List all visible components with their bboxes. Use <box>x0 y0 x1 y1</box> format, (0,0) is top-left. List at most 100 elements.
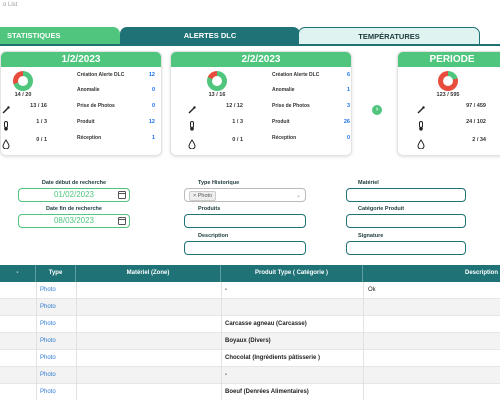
thermometer-row: 1 / 3 <box>187 118 243 131</box>
cell-type-link[interactable]: Photo <box>40 384 56 400</box>
header-description[interactable]: Description <box>363 265 500 282</box>
thermometer-probe-icon <box>187 102 197 114</box>
column-divider <box>76 282 77 299</box>
column-divider <box>221 282 222 299</box>
stat-row: Réception 0 <box>272 134 350 144</box>
stat-row: Réception 1 <box>77 134 155 144</box>
materiel-input[interactable] <box>346 188 466 202</box>
stat-value: 0 <box>151 103 155 109</box>
probe-row: 97 / 459 <box>416 102 486 114</box>
column-divider <box>36 316 37 333</box>
donut-ratio: 123 / 595 <box>436 92 460 98</box>
calendar-icon[interactable] <box>118 191 126 199</box>
stat-label: Prise de Photos <box>77 103 115 109</box>
column-divider <box>221 367 222 384</box>
header-materiel[interactable]: Matériel (Zone) <box>76 265 221 282</box>
column-divider <box>363 384 364 400</box>
cell-type-link[interactable]: Photo <box>40 367 56 384</box>
date-start-input[interactable]: 01/02/2023 <box>18 188 130 202</box>
next-arrow-button[interactable]: › <box>372 105 382 115</box>
type-historique-select[interactable]: × Photo ⌄ <box>184 188 306 202</box>
cell-type-link[interactable]: Photo <box>40 282 56 299</box>
tab-statistiques[interactable]: STATISTIQUES <box>0 27 120 44</box>
column-divider <box>221 299 222 316</box>
probe-row: 12 / 12 <box>187 102 243 114</box>
table-row[interactable]: Photo <box>0 299 500 316</box>
table-row[interactable]: Photo Chocolat (Ingrédients pâtisserie ) <box>0 350 500 367</box>
column-divider <box>363 333 364 350</box>
stat-row: Création Alerte DLC 12 <box>77 71 155 81</box>
stat-value: 12 <box>148 72 155 78</box>
tab-alertes-dlc[interactable]: ALERTES DLC <box>120 27 300 44</box>
stat-value: 0 <box>151 87 155 93</box>
drop-icon <box>416 136 426 150</box>
header-type[interactable]: Type <box>36 265 76 282</box>
column-divider <box>36 384 37 400</box>
probe-value: 12 / 12 <box>226 103 243 109</box>
date-end-label: Date fin de recherche <box>46 206 102 212</box>
header-produit[interactable]: Produit Type ( Catégorie ) <box>221 265 363 282</box>
thermometer-probe-icon <box>416 102 426 114</box>
categorie-produit-input[interactable] <box>346 214 466 228</box>
table-row[interactable]: Photo - Ok <box>0 282 500 299</box>
tab-bar: STATISTIQUES ALERTES DLC TEMPÉRATURES <box>0 27 500 44</box>
thermometer-icon <box>1 118 11 131</box>
selected-tag[interactable]: × Photo <box>189 191 217 201</box>
table-header: - Type Matériel (Zone) Produit Type ( Ca… <box>0 265 500 282</box>
stat-value: 0 <box>346 135 350 141</box>
drop-row: 0 / 1 <box>1 136 47 150</box>
thermometer-icon <box>416 118 426 131</box>
tab-underline <box>0 44 500 46</box>
stat-label: Création Alerte DLC <box>272 72 320 78</box>
stat-label: Prise de Photos <box>272 103 310 109</box>
cell-description: Ok <box>368 287 376 293</box>
stat-label: Réception <box>272 135 297 141</box>
donut-chart <box>13 71 33 91</box>
column-divider <box>36 282 37 299</box>
produits-input[interactable] <box>184 214 306 228</box>
stat-card-day2: 2/2/2023 13 / 16 12 / 12 1 / 3 0 / 1 Cré… <box>170 51 352 156</box>
card-title: 2/2/2023 <box>171 52 351 67</box>
table-row[interactable]: Photo Carcasse agneau (Carcasse) <box>0 316 500 333</box>
column-divider <box>36 367 37 384</box>
description-input[interactable] <box>184 241 306 255</box>
signature-label: Signature <box>358 233 384 239</box>
cell-produit: Boyaux (Divers) <box>225 338 271 344</box>
column-divider <box>76 367 77 384</box>
stat-row: Anomalie 0 <box>77 86 155 96</box>
date-end-input[interactable]: 08/03/2023 <box>18 214 130 228</box>
stat-value: 12 <box>148 119 155 125</box>
probe-value: 13 / 16 <box>30 103 47 109</box>
calendar-icon[interactable] <box>118 217 126 225</box>
donut-ratio: 14 / 20 <box>14 92 32 98</box>
card-title: 1/2/2023 <box>1 52 161 67</box>
app-title: o List <box>3 2 18 8</box>
type-historique-label: Type Historique <box>198 180 240 186</box>
chevron-down-icon[interactable]: ⌄ <box>296 192 301 199</box>
drop-icon <box>1 136 11 150</box>
date-start-value: 01/02/2023 <box>53 190 95 199</box>
cell-produit: Carcasse agneau (Carcasse) <box>225 321 307 327</box>
app-root: o List STATISTIQUES ALERTES DLC TEMPÉRAT… <box>0 0 500 400</box>
signature-input[interactable] <box>346 241 466 255</box>
cell-type-link[interactable]: Photo <box>40 316 56 333</box>
column-divider <box>76 299 77 316</box>
thermometer-value: 1 / 3 <box>36 119 47 125</box>
tab-temperatures[interactable]: TEMPÉRATURES <box>298 27 480 44</box>
stat-card-day1: 1/2/2023 14 / 20 13 / 16 1 / 3 0 / 1 Cré… <box>0 51 162 156</box>
stat-label: Anomalie <box>272 87 295 93</box>
date-end-value: 08/03/2023 <box>53 216 95 225</box>
stat-value: 26 <box>343 119 350 125</box>
stat-label: Réception <box>77 135 102 141</box>
column-divider <box>36 333 37 350</box>
column-divider <box>363 299 364 316</box>
cell-type-link[interactable]: Photo <box>40 350 56 367</box>
table-row[interactable]: Photo - <box>0 367 500 384</box>
cell-type-link[interactable]: Photo <box>40 299 56 316</box>
thermometer-row: 24 / 102 <box>416 118 486 131</box>
table-row[interactable]: Photo Boyaux (Divers) <box>0 333 500 350</box>
cell-type-link[interactable]: Photo <box>40 333 56 350</box>
date-start-label: Date début de recherche <box>41 180 107 186</box>
stat-label: Création Alerte DLC <box>77 72 125 78</box>
table-row[interactable]: Photo Boeuf (Denrées Alimentaires) <box>0 384 500 400</box>
